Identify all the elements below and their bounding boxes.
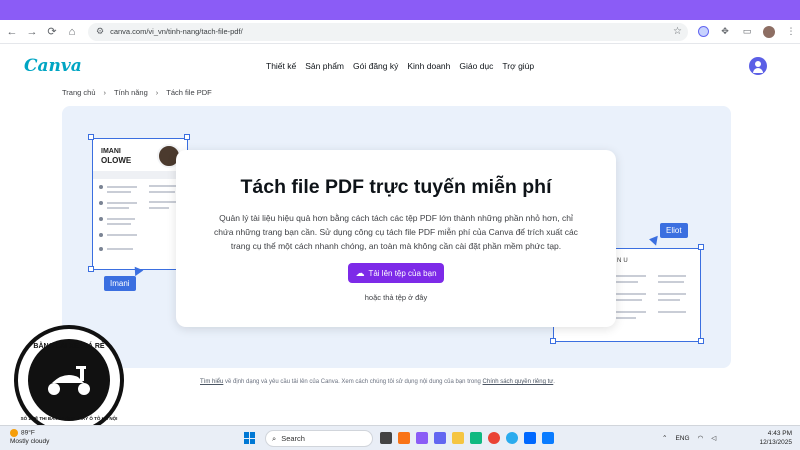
nav-products[interactable]: Sản phẩm: [305, 61, 344, 71]
watermark-badge: BẰNG LÁI XE GIÁ RẺ SỐ 1 VỀ THI BẰNG LÁI …: [14, 325, 124, 435]
selection-handle: [184, 134, 190, 140]
reload-icon[interactable]: ⟳: [44, 24, 60, 40]
selection-handle: [698, 338, 704, 344]
browser-menu-icon[interactable]: ⋮: [784, 25, 798, 39]
resume-illustration: IMANI OLOWE: [92, 138, 188, 270]
nav-help[interactable]: Trợ giúp: [502, 61, 534, 71]
nav-design[interactable]: Thiết kế: [266, 61, 296, 71]
scooter-icon: [28, 339, 110, 421]
zalo-icon[interactable]: [524, 432, 536, 444]
top-color-bar: [0, 0, 800, 20]
breadcrumb-home[interactable]: Trang chủ: [62, 88, 96, 97]
weather-icon: [10, 429, 18, 437]
canva-logo[interactable]: Canva: [24, 56, 82, 76]
extension-icon[interactable]: [696, 25, 710, 39]
address-bar[interactable]: ⚙ canva.com/vi_vn/tinh-nang/tach-file-pd…: [88, 22, 688, 41]
windows-taskbar: 89°F Mostly cloudy ⌕ Search ⌃ ENG ◠ ◁ 4:…: [0, 425, 800, 450]
page-title: Tách file PDF trực tuyến miễn phí: [240, 176, 552, 198]
volume-icon[interactable]: ◁: [711, 434, 716, 442]
back-icon[interactable]: ←: [4, 24, 20, 40]
taskbar-search[interactable]: ⌕ Search: [265, 430, 373, 447]
copilot-icon[interactable]: [416, 432, 428, 444]
chevron-right-icon: ›: [103, 88, 107, 97]
breadcrumb-features[interactable]: Tính năng: [114, 88, 148, 97]
nav-business[interactable]: Kinh doanh: [407, 61, 450, 71]
nav-plans[interactable]: Gói đăng ký: [353, 61, 398, 71]
windows-start-icon[interactable]: [244, 432, 256, 444]
resume-last-name: OLOWE: [101, 156, 132, 165]
file-explorer-icon[interactable]: [452, 432, 464, 444]
url-text: canva.com/vi_vn/tinh-nang/tach-file-pdf/: [110, 27, 243, 36]
site-header: Canva Thiết kế Sản phẩm Gói đăng ký Kinh…: [0, 45, 800, 87]
nav-education[interactable]: Giáo dục: [459, 61, 493, 71]
app-icon[interactable]: [542, 432, 554, 444]
wifi-icon[interactable]: ◠: [698, 434, 704, 442]
forward-icon[interactable]: →: [24, 24, 40, 40]
language-indicator[interactable]: ENG: [675, 435, 689, 442]
app-icon[interactable]: [470, 432, 482, 444]
extensions-puzzle-icon[interactable]: ✥: [718, 25, 732, 39]
chrome-icon[interactable]: [488, 432, 500, 444]
browser-toolbar: ← → ⟳ ⌂ ⚙ canva.com/vi_vn/tinh-nang/tach…: [0, 20, 800, 44]
taskbar-clock[interactable]: 4:43 PM 12/13/2025: [752, 429, 792, 447]
selection-handle: [698, 244, 704, 250]
search-icon: ⌕: [272, 433, 277, 443]
profile-icon[interactable]: [762, 25, 776, 39]
resume-first-name: IMANI: [101, 148, 121, 155]
account-avatar-icon[interactable]: [749, 57, 767, 75]
breadcrumb: Trang chủ › Tính năng › Tách file PDF: [62, 88, 212, 97]
upload-footnote: Tìm hiểu về định dạng và yêu cầu tải lên…: [200, 379, 555, 385]
weather-widget[interactable]: 89°F Mostly cloudy: [10, 429, 49, 446]
chevron-right-icon: ›: [155, 88, 159, 97]
upload-button-label: Tải lên tệp của bạn: [368, 268, 437, 278]
selection-handle: [88, 266, 94, 272]
home-icon[interactable]: ⌂: [64, 24, 80, 40]
task-view-icon[interactable]: [380, 432, 392, 444]
main-nav: Thiết kế Sản phẩm Gói đăng ký Kinh doanh…: [266, 61, 534, 71]
bookmark-star-icon[interactable]: ☆: [673, 26, 682, 37]
upload-card: Tách file PDF trực tuyến miễn phí Quản l…: [176, 150, 616, 327]
chevron-up-icon[interactable]: ⌃: [662, 434, 667, 442]
drop-zone-hint: hoặc thả tệp ở đây: [364, 293, 428, 302]
cursor-icon: [648, 234, 658, 246]
badge-bottom-text: SỐ 1 VỀ THI BẰNG LÁI XE MÁY Ô TÔ HÀ NỘI: [20, 416, 118, 421]
app-icon[interactable]: [398, 432, 410, 444]
page-description: Quản lý tài liệu hiệu quả hơn bằng cách …: [214, 213, 578, 251]
upload-button[interactable]: ☁ Tải lên tệp của bạn: [348, 263, 444, 283]
breadcrumb-current: Tách file PDF: [166, 88, 212, 97]
site-info-icon[interactable]: ⚙: [96, 26, 104, 37]
system-tray: ⌃ ENG ◠ ◁: [662, 434, 716, 443]
privacy-policy-link[interactable]: Chính sách quyền riêng tư: [483, 379, 554, 385]
selection-handle: [88, 134, 94, 140]
learn-more-link[interactable]: Tìm hiểu: [200, 379, 223, 385]
badge-top-text: BẰNG LÁI XE GIÁ RẺ: [33, 343, 105, 350]
split-view-icon[interactable]: ▭: [740, 25, 754, 39]
cloud-upload-icon: ☁: [355, 267, 365, 278]
teams-icon[interactable]: [434, 432, 446, 444]
collaborator-tag-eliot: Eliot: [660, 223, 688, 238]
collaborator-tag-imani: Imani: [104, 276, 136, 291]
selection-handle: [550, 338, 556, 344]
telegram-icon[interactable]: [506, 432, 518, 444]
